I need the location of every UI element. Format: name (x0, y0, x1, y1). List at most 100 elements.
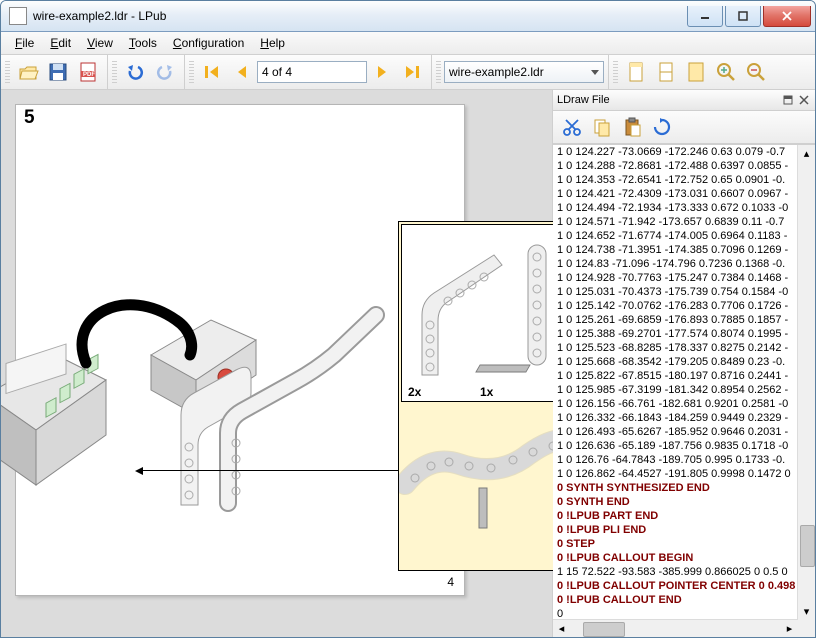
toolbar-grip[interactable] (613, 61, 618, 83)
ldraw-panel-header[interactable]: LDraw File (553, 90, 815, 111)
scroll-thumb-h[interactable] (583, 622, 625, 637)
ldraw-line[interactable]: 1 0 125.523 -68.8285 -178.337 0.8275 0.2… (557, 341, 797, 355)
ldraw-line[interactable]: 0 STEP (557, 537, 797, 551)
ldraw-line[interactable]: 1 0 125.822 -67.8515 -180.197 0.8716 0.2… (557, 369, 797, 383)
model-combo[interactable]: wire-example2.ldr (444, 61, 604, 83)
ldraw-line[interactable]: 1 0 125.388 -69.2701 -177.574 0.8074 0.1… (557, 327, 797, 341)
undo-button[interactable] (121, 58, 149, 86)
menu-help[interactable]: Help (252, 34, 293, 52)
open-button[interactable] (14, 58, 42, 86)
menu-edit[interactable]: Edit (42, 34, 79, 52)
redo-icon (154, 61, 176, 83)
toolbar-model-group: wire-example2.ldr (432, 55, 609, 89)
ldraw-line[interactable]: 1 0 125.668 -68.3542 -179.205 0.8489 0.2… (557, 355, 797, 369)
ldraw-line[interactable]: 1 0 125.985 -67.3199 -181.342 0.8954 0.2… (557, 383, 797, 397)
save-button[interactable] (44, 58, 72, 86)
step-number: 5 (24, 107, 35, 129)
menu-tools[interactable]: Tools (121, 34, 165, 52)
scroll-thumb-v[interactable] (800, 525, 815, 567)
ldraw-line[interactable]: 1 0 126.493 -65.6267 -185.952 0.9646 0.2… (557, 425, 797, 439)
prev-page-button[interactable] (228, 58, 256, 86)
maximize-button[interactable] (725, 6, 761, 27)
ldraw-line[interactable]: 1 0 126.636 -65.189 -187.756 0.9835 0.17… (557, 439, 797, 453)
paste-icon (622, 117, 642, 137)
vertical-scrollbar[interactable]: ▴ ▾ (797, 145, 815, 620)
ldraw-line[interactable]: 1 0 124.227 -73.0669 -172.246 0.63 0.079… (557, 145, 797, 159)
panel-close-button[interactable] (797, 93, 811, 107)
ldraw-line[interactable]: 1 15 72.522 -93.583 -385.999 0.866025 0 … (557, 565, 797, 579)
menu-view[interactable]: View (79, 34, 121, 52)
ldraw-line[interactable]: 0 SYNTH END (557, 495, 797, 509)
fit-page-button[interactable] (652, 58, 680, 86)
copy-button[interactable] (588, 113, 616, 141)
scroll-down-button[interactable]: ▾ (798, 603, 815, 620)
ldraw-line[interactable]: 1 0 124.571 -71.942 -173.657 0.6839 0.11… (557, 215, 797, 229)
next-page-button[interactable] (368, 58, 396, 86)
print-pdf-button[interactable]: PDF (74, 58, 102, 86)
last-page-button[interactable] (398, 58, 426, 86)
toolbar-grip[interactable] (5, 61, 10, 83)
horizontal-scrollbar[interactable]: ◂ ▸ (553, 619, 798, 637)
ldraw-line[interactable]: 0 !LPUB PART END (557, 509, 797, 523)
panel-float-button[interactable] (781, 93, 795, 107)
close-icon (799, 95, 809, 105)
menu-configuration[interactable]: Configuration (165, 34, 252, 52)
app-icon (9, 7, 27, 25)
ldraw-line[interactable]: 0 !LPUB CALLOUT BEGIN (557, 551, 797, 565)
instruction-page[interactable]: 5 4 (15, 104, 465, 596)
toolbar-nav-group: 4 of 4 (185, 55, 432, 89)
actual-size-button[interactable] (682, 58, 710, 86)
ldraw-line[interactable]: 1 0 125.261 -69.6859 -176.893 0.7885 0.1… (557, 313, 797, 327)
ldraw-line[interactable]: 0 (557, 607, 797, 619)
ldraw-line[interactable]: 1 0 124.83 -71.096 -174.796 0.7236 0.136… (557, 257, 797, 271)
ldraw-line[interactable]: 1 0 124.738 -71.3951 -174.385 0.7096 0.1… (557, 243, 797, 257)
zoom-in-button[interactable] (712, 58, 740, 86)
page-indicator-field[interactable]: 4 of 4 (257, 61, 367, 83)
scroll-left-button[interactable]: ◂ (553, 620, 570, 637)
window-buttons (685, 6, 811, 26)
client-area: 5 4 (1, 90, 815, 637)
ldraw-line[interactable]: 0 SYNTH SYNTHESIZED END (557, 481, 797, 495)
ldraw-line[interactable]: 1 0 124.288 -72.8681 -172.488 0.6397 0.0… (557, 159, 797, 173)
callout-qty-b: 1x (480, 385, 493, 399)
ldraw-line[interactable]: 1 0 124.928 -70.7763 -175.247 0.7384 0.1… (557, 271, 797, 285)
ldraw-line[interactable]: 1 0 124.421 -72.4309 -173.031 0.6607 0.0… (557, 187, 797, 201)
toolbar-file-group: PDF (1, 55, 108, 89)
scroll-right-button[interactable]: ▸ (781, 620, 798, 637)
ldraw-line[interactable]: 1 0 124.652 -71.6774 -174.005 0.6964 0.1… (557, 229, 797, 243)
titlebar[interactable]: wire-example2.ldr - LPub (1, 1, 815, 32)
paste-button[interactable] (618, 113, 646, 141)
close-button[interactable] (763, 6, 811, 27)
ldraw-line[interactable]: 1 0 124.494 -72.1934 -173.333 0.672 0.10… (557, 201, 797, 215)
minimize-button[interactable] (687, 6, 723, 27)
ldraw-line[interactable]: 1 0 125.142 -70.0762 -176.283 0.7706 0.1… (557, 299, 797, 313)
undo-icon (124, 61, 146, 83)
cut-button[interactable] (558, 113, 586, 141)
ldraw-line[interactable]: 0 !LPUB CALLOUT POINTER CENTER 0 0.498 (557, 579, 797, 593)
ldraw-line[interactable]: 1 0 125.031 -70.4373 -175.739 0.754 0.15… (557, 285, 797, 299)
first-page-button[interactable] (198, 58, 226, 86)
canvas-area[interactable]: 5 4 (1, 90, 552, 637)
ldraw-text-area[interactable]: 1 0 124.227 -73.0669 -172.246 0.63 0.079… (553, 144, 815, 637)
zoom-out-button[interactable] (742, 58, 770, 86)
window-title: wire-example2.ldr - LPub (33, 9, 685, 23)
chevron-down-icon (591, 70, 599, 75)
ldraw-panel: LDraw File 1 0 124.227 -73.0669 -172.246… (552, 90, 815, 637)
ldraw-line[interactable]: 1 0 126.862 -64.4527 -191.805 0.9998 0.1… (557, 467, 797, 481)
ldraw-line[interactable]: 0 !LPUB CALLOUT END (557, 593, 797, 607)
ldraw-line[interactable]: 0 !LPUB PLI END (557, 523, 797, 537)
redo-button[interactable] (151, 58, 179, 86)
ldraw-line[interactable]: 1 0 124.353 -72.6541 -172.752 0.65 0.090… (557, 173, 797, 187)
toolbar-grip[interactable] (112, 61, 117, 83)
refresh-button[interactable] (648, 113, 676, 141)
ldraw-line[interactable]: 1 0 126.156 -66.761 -182.681 0.9201 0.25… (557, 397, 797, 411)
page-icon-3 (686, 61, 706, 83)
fit-width-button[interactable] (622, 58, 650, 86)
callout-box[interactable]: 3 2x 1x (398, 221, 578, 571)
scroll-up-button[interactable]: ▴ (798, 145, 815, 162)
toolbar-grip[interactable] (189, 61, 194, 83)
menu-file[interactable]: File (7, 34, 42, 52)
ldraw-line[interactable]: 1 0 126.332 -66.1843 -184.259 0.9449 0.2… (557, 411, 797, 425)
toolbar-grip[interactable] (436, 61, 441, 83)
ldraw-line[interactable]: 1 0 126.76 -64.7843 -189.705 0.995 0.173… (557, 453, 797, 467)
